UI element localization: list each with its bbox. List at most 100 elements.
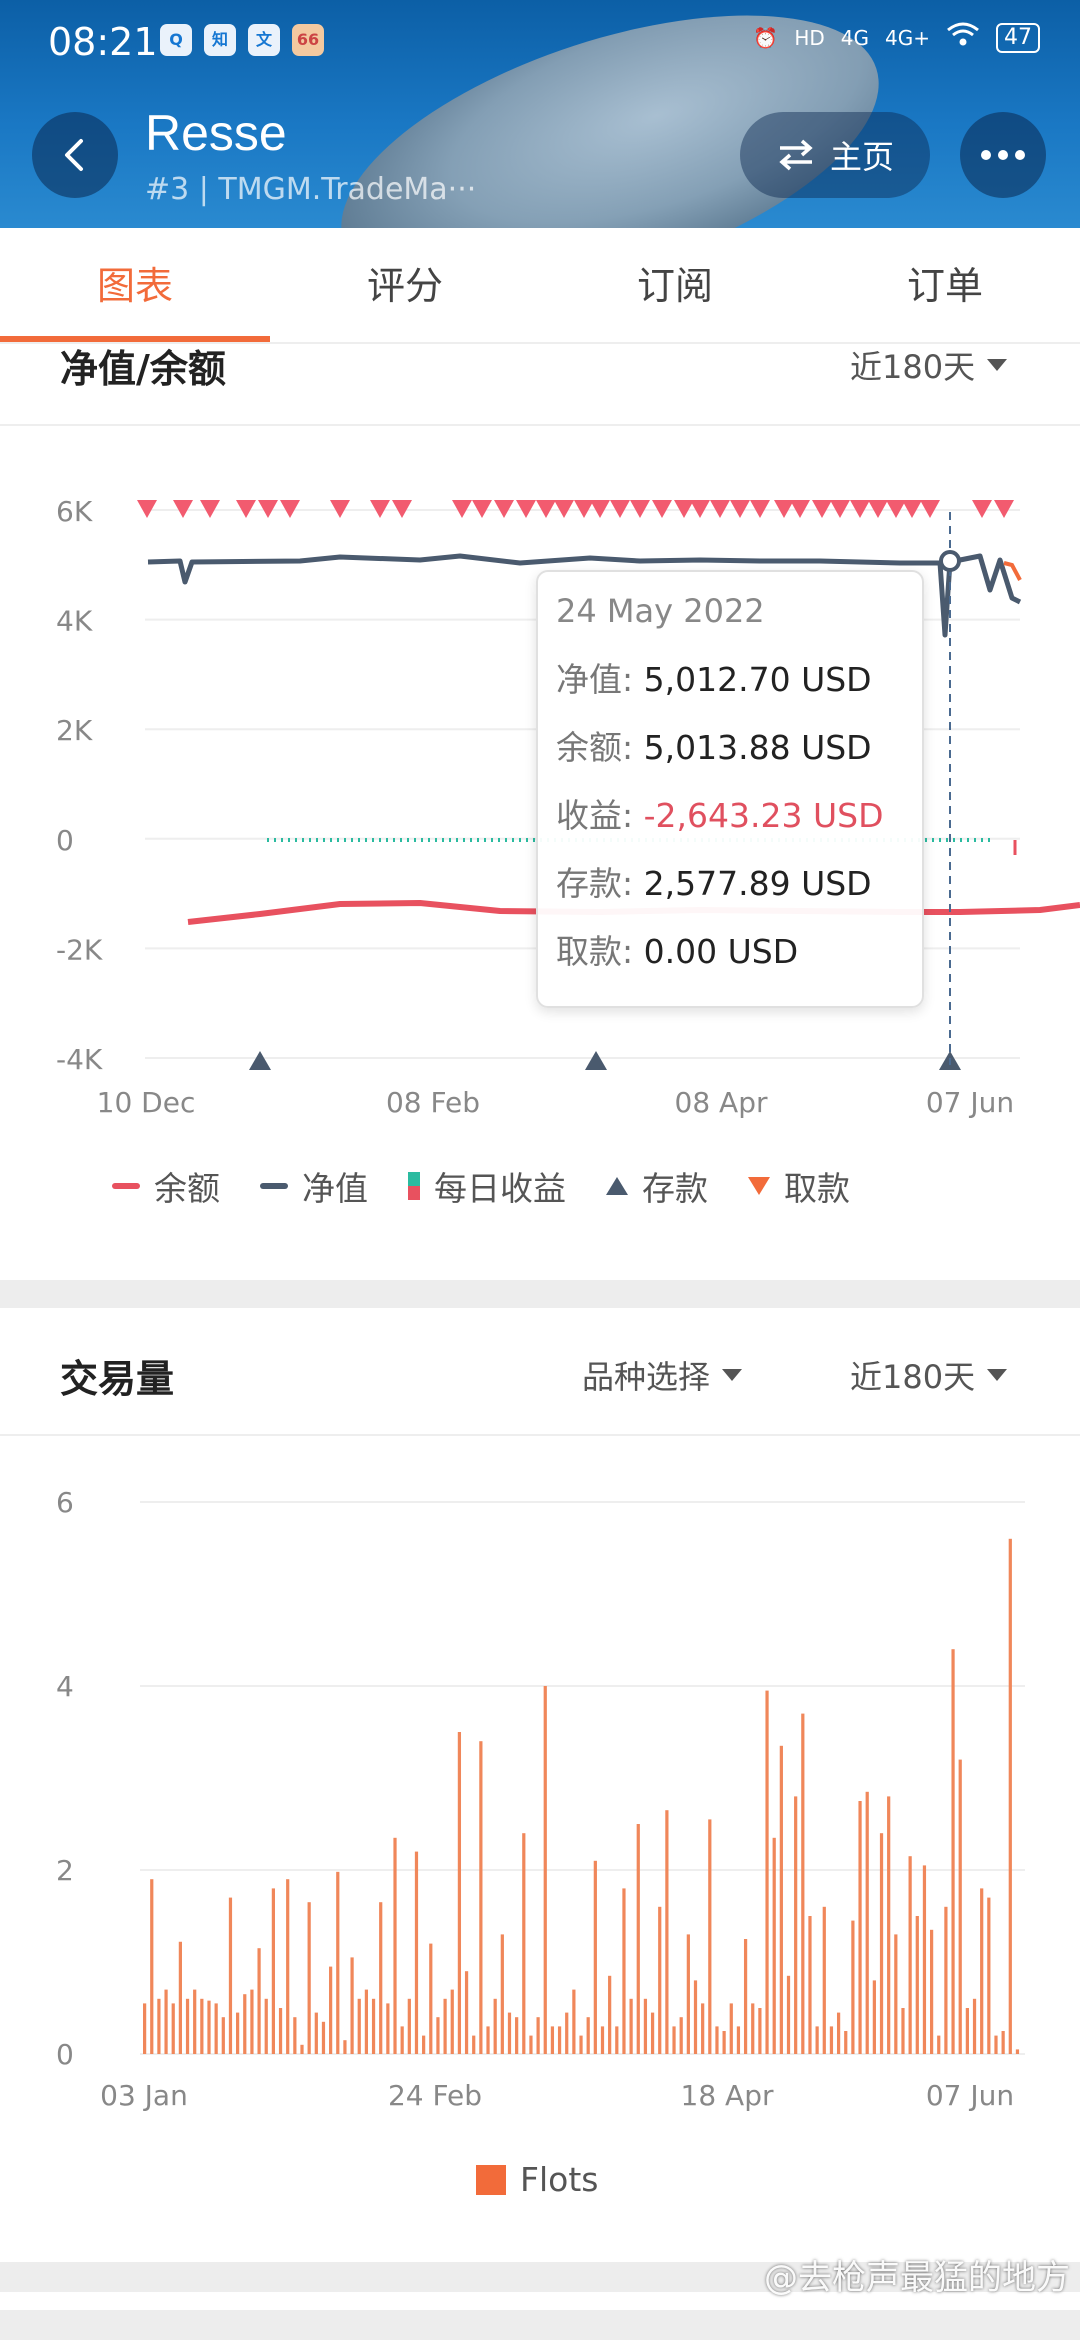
- volume-bar: [207, 2000, 211, 2054]
- volume-bar: [550, 2026, 555, 2054]
- legend-item-flots[interactable]: Flots: [476, 2160, 598, 2199]
- caret-down-icon: [987, 1369, 1008, 1381]
- volume-bar: [572, 1989, 576, 2054]
- legend-label: 每日收益: [434, 1169, 566, 1208]
- volume-bar: [228, 1897, 233, 2054]
- deposit-marker: [585, 1051, 607, 1070]
- volume-bar: [629, 1998, 633, 2054]
- tooltip-row-balance: 余额: 5,013.88 USD: [556, 714, 922, 782]
- alarm-icon: ⏰: [753, 25, 779, 50]
- status-indicators: ⏰ HD 4G 4G+ 47: [753, 22, 1040, 53]
- volume-bar: [908, 1856, 912, 2054]
- volume-bar: [944, 1906, 948, 2054]
- volume-bar: [693, 1980, 698, 2054]
- volume-bar: [779, 1745, 783, 2054]
- back-button[interactable]: [32, 112, 118, 198]
- volume-bar: [600, 2026, 605, 2054]
- y-tick-label: -2K: [56, 933, 103, 966]
- volume-bar: [422, 2035, 426, 2054]
- status-time: 08:21: [48, 20, 158, 64]
- tooltip-value: 5,012.70 USD: [643, 660, 872, 699]
- equity-range-select[interactable]: 近180天: [850, 342, 1008, 388]
- tab-rating[interactable]: 评分: [270, 228, 540, 342]
- volume-bar: [307, 1902, 311, 2054]
- volume-bar: [672, 2026, 676, 2054]
- volume-bar: [593, 1860, 597, 2054]
- x-tick-label: 10 Dec: [97, 1086, 196, 1119]
- y-tick-label: -4K: [56, 1043, 103, 1076]
- signal-4g-icon: 4G: [840, 25, 870, 50]
- volume-bar: [300, 2044, 304, 2054]
- section-divider: [0, 1434, 1080, 1436]
- volume-bar: [901, 2008, 905, 2054]
- more-dot: [981, 150, 991, 160]
- volume-bar: [185, 1998, 190, 2054]
- volume-bar: [879, 1833, 884, 2054]
- volume-bar: [257, 1948, 261, 2054]
- volume-range-label: 近180天: [850, 1358, 976, 1396]
- legend-label: 余额: [154, 1169, 220, 1208]
- page-subtitle: #3 | TMGM.TradeMa···: [145, 172, 477, 207]
- volume-bar: [636, 1824, 640, 2054]
- volume-bar: [579, 2035, 583, 2054]
- x-tick-label: 08 Apr: [675, 1086, 768, 1119]
- volume-bar: [479, 1741, 483, 2054]
- x-tick-label: 24 Feb: [388, 2079, 482, 2112]
- x-tick-label: 07 Jun: [926, 2079, 1014, 2112]
- legend-square-icon: [476, 2164, 506, 2195]
- volume-chart[interactable]: 6 4 2 0 03 Jan 24 Feb 18 Apr 07 Jun: [0, 1440, 1080, 2120]
- more-dot: [1015, 150, 1025, 160]
- section-gap: [0, 1280, 1080, 1308]
- legend-item-withdrawal[interactable]: 取款: [748, 1162, 850, 1210]
- tab-chart[interactable]: 图表: [0, 228, 270, 342]
- more-button[interactable]: [960, 112, 1046, 198]
- y-tick-label: 2: [56, 1854, 74, 1887]
- y-tick-label: 0: [56, 824, 74, 857]
- volume-bar: [557, 2026, 562, 2054]
- page-title: Resse: [145, 105, 287, 161]
- volume-bar: [329, 1966, 333, 2054]
- volume-bar: [937, 2035, 941, 2054]
- y-tick-label: 6K: [56, 495, 93, 528]
- volume-bar: [665, 1810, 669, 2054]
- legend-item-deposit[interactable]: 存款: [606, 1162, 708, 1210]
- volume-bar: [543, 1686, 547, 2054]
- legend-item-daily-profit[interactable]: 每日收益: [408, 1162, 566, 1210]
- battery-icon: 47: [996, 22, 1040, 53]
- volume-bar: [822, 1906, 826, 2054]
- triangle-up-icon: [606, 1177, 628, 1195]
- chevron-left-icon: [65, 139, 83, 171]
- tab-orders[interactable]: 订单: [810, 228, 1080, 342]
- symbol-select[interactable]: 品种选择: [582, 1352, 743, 1398]
- y-tick-label: 2K: [56, 714, 93, 747]
- volume-bar: [829, 2026, 834, 2054]
- tab-subscription[interactable]: 订阅: [540, 228, 810, 342]
- volume-bar: [336, 1871, 340, 2054]
- y-tick-label: 6: [56, 1486, 74, 1519]
- volume-bar: [1001, 2031, 1005, 2054]
- volume-bar: [515, 2017, 519, 2054]
- equity-range-label: 近180天: [850, 348, 976, 386]
- section-divider: [0, 424, 1080, 426]
- volume-bar: [887, 1796, 891, 2054]
- game-icon: 66: [292, 24, 324, 56]
- volume-bar: [958, 1759, 962, 2054]
- next-section-bar: [0, 2310, 1080, 2340]
- legend-item-balance[interactable]: 余额: [112, 1162, 220, 1210]
- notification-icons: Q 知 文 66: [160, 24, 324, 56]
- volume-bar: [808, 1916, 812, 2054]
- home-button[interactable]: 主页: [740, 112, 930, 198]
- volume-bar: [493, 1998, 497, 2054]
- more-dot: [998, 150, 1008, 160]
- volume-bar: [464, 1971, 469, 2054]
- volume-bar: [178, 1941, 182, 2054]
- wifi-icon: [946, 22, 980, 53]
- legend-item-equity[interactable]: 净值: [260, 1162, 368, 1210]
- volume-bar: [565, 2012, 569, 2054]
- symbol-select-label: 品种选择: [582, 1358, 711, 1396]
- tooltip-key: 余额:: [556, 728, 634, 767]
- legend-label: Flots: [520, 2160, 599, 2199]
- tooltip-date: 24 May 2022: [556, 592, 765, 630]
- volume-range-select[interactable]: 近180天: [850, 1352, 1008, 1398]
- volume-bar: [772, 1837, 776, 2054]
